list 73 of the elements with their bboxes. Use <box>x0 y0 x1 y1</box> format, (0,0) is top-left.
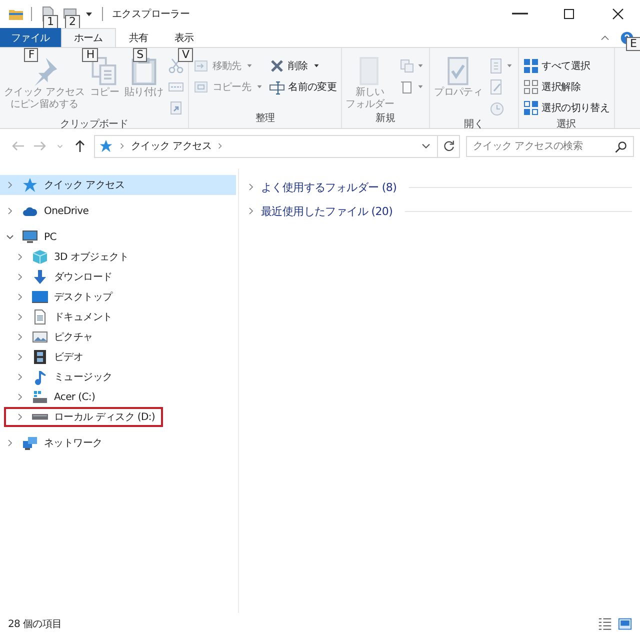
drive-icon <box>32 414 48 420</box>
nav-item[interactable]: Acer (C:) <box>0 387 236 407</box>
nav-item[interactable]: 3D オブジェクト <box>0 247 236 267</box>
window-title: エクスプローラー <box>112 8 190 21</box>
group-label: 整理 <box>254 112 276 126</box>
star-icon <box>99 139 113 153</box>
keytip: V <box>178 48 194 62</box>
monitor-icon <box>32 289 48 305</box>
breadcrumb[interactable]: クイック アクセス <box>131 139 212 153</box>
nav-item[interactable]: PC <box>0 227 236 247</box>
ribbon-button[interactable]: 選択解除 <box>520 77 612 96</box>
ribbon-button[interactable]: 選択の切り替え <box>520 98 612 117</box>
nav-item[interactable]: ダウンロード <box>0 267 236 287</box>
nav-item[interactable]: クイック アクセス <box>0 175 236 195</box>
select-none-icon <box>522 78 539 94</box>
scissors-icon <box>168 58 184 74</box>
rename-icon <box>269 78 286 94</box>
keytip: F <box>24 48 38 62</box>
nav-item[interactable]: ローカル ディスク (D:) <box>4 407 164 427</box>
keytip: 1 <box>43 15 58 29</box>
ribbon-button[interactable]: 名前の変更 <box>267 77 339 96</box>
invert-selection-icon <box>522 100 539 116</box>
nav-item[interactable]: ピクチャ <box>0 327 236 347</box>
cube-icon <box>32 249 48 265</box>
delete-icon <box>269 58 286 74</box>
film-icon <box>32 349 48 365</box>
star-icon <box>22 177 38 193</box>
network-icon <box>22 435 38 451</box>
nav-item[interactable]: ネットワーク <box>0 433 236 453</box>
close-icon <box>610 6 626 22</box>
nav-item[interactable]: ミュージック <box>0 367 236 387</box>
group-header[interactable]: よく使用するフォルダー (8) <box>245 175 640 199</box>
keytip: S <box>132 48 148 62</box>
keytip: E <box>626 36 640 50</box>
nav-item[interactable]: OneDrive <box>0 201 236 221</box>
picture-icon <box>32 329 48 345</box>
paste-shortcut-icon <box>168 100 184 116</box>
download-arrow-icon <box>32 269 48 285</box>
copy-to-icon <box>193 78 210 94</box>
document-icon <box>32 309 48 325</box>
keytip: H <box>82 48 98 62</box>
new-item-icon <box>399 58 416 74</box>
ribbon-tab[interactable]: ホーム <box>60 28 116 47</box>
refresh-icon <box>442 139 456 153</box>
keytip: 2 <box>65 15 80 29</box>
address-bar[interactable]: クイック アクセス <box>94 134 460 158</box>
search-icon <box>614 140 628 154</box>
select-all-icon <box>522 58 539 74</box>
open-icon <box>488 58 504 74</box>
music-note-icon <box>32 369 48 385</box>
details-view-icon[interactable] <box>598 617 612 631</box>
history-icon <box>488 100 504 116</box>
group-header[interactable]: 最近使用したファイル (20) <box>245 199 640 223</box>
ribbon-button[interactable]: 削除 <box>267 56 339 75</box>
computer-icon <box>22 229 38 245</box>
ribbon-button[interactable]: すべて選択 <box>520 56 612 75</box>
nav-item[interactable]: デスクトップ <box>0 287 236 307</box>
move-to-icon <box>193 58 210 74</box>
drive-icon <box>32 389 48 405</box>
ribbon-tab[interactable]: 共有 <box>116 28 162 47</box>
group-label: 選択 <box>555 118 577 132</box>
ribbon-tab[interactable]: 表示 <box>161 28 207 47</box>
edit-icon <box>488 78 504 94</box>
large-icons-view-icon[interactable] <box>618 617 632 631</box>
minimize-icon <box>512 12 528 16</box>
group-label: 新規 <box>374 112 396 126</box>
search-field[interactable]: クイック アクセスの検索 <box>466 136 634 156</box>
item-count: 28 個の項目 <box>8 618 62 631</box>
group-label: クリップボード <box>59 118 130 132</box>
nav-item[interactable]: ビデオ <box>0 347 236 367</box>
group-label: 開く <box>463 118 485 132</box>
nav-item[interactable]: ドキュメント <box>0 307 236 327</box>
file-tab[interactable]: ファイル <box>0 28 61 47</box>
